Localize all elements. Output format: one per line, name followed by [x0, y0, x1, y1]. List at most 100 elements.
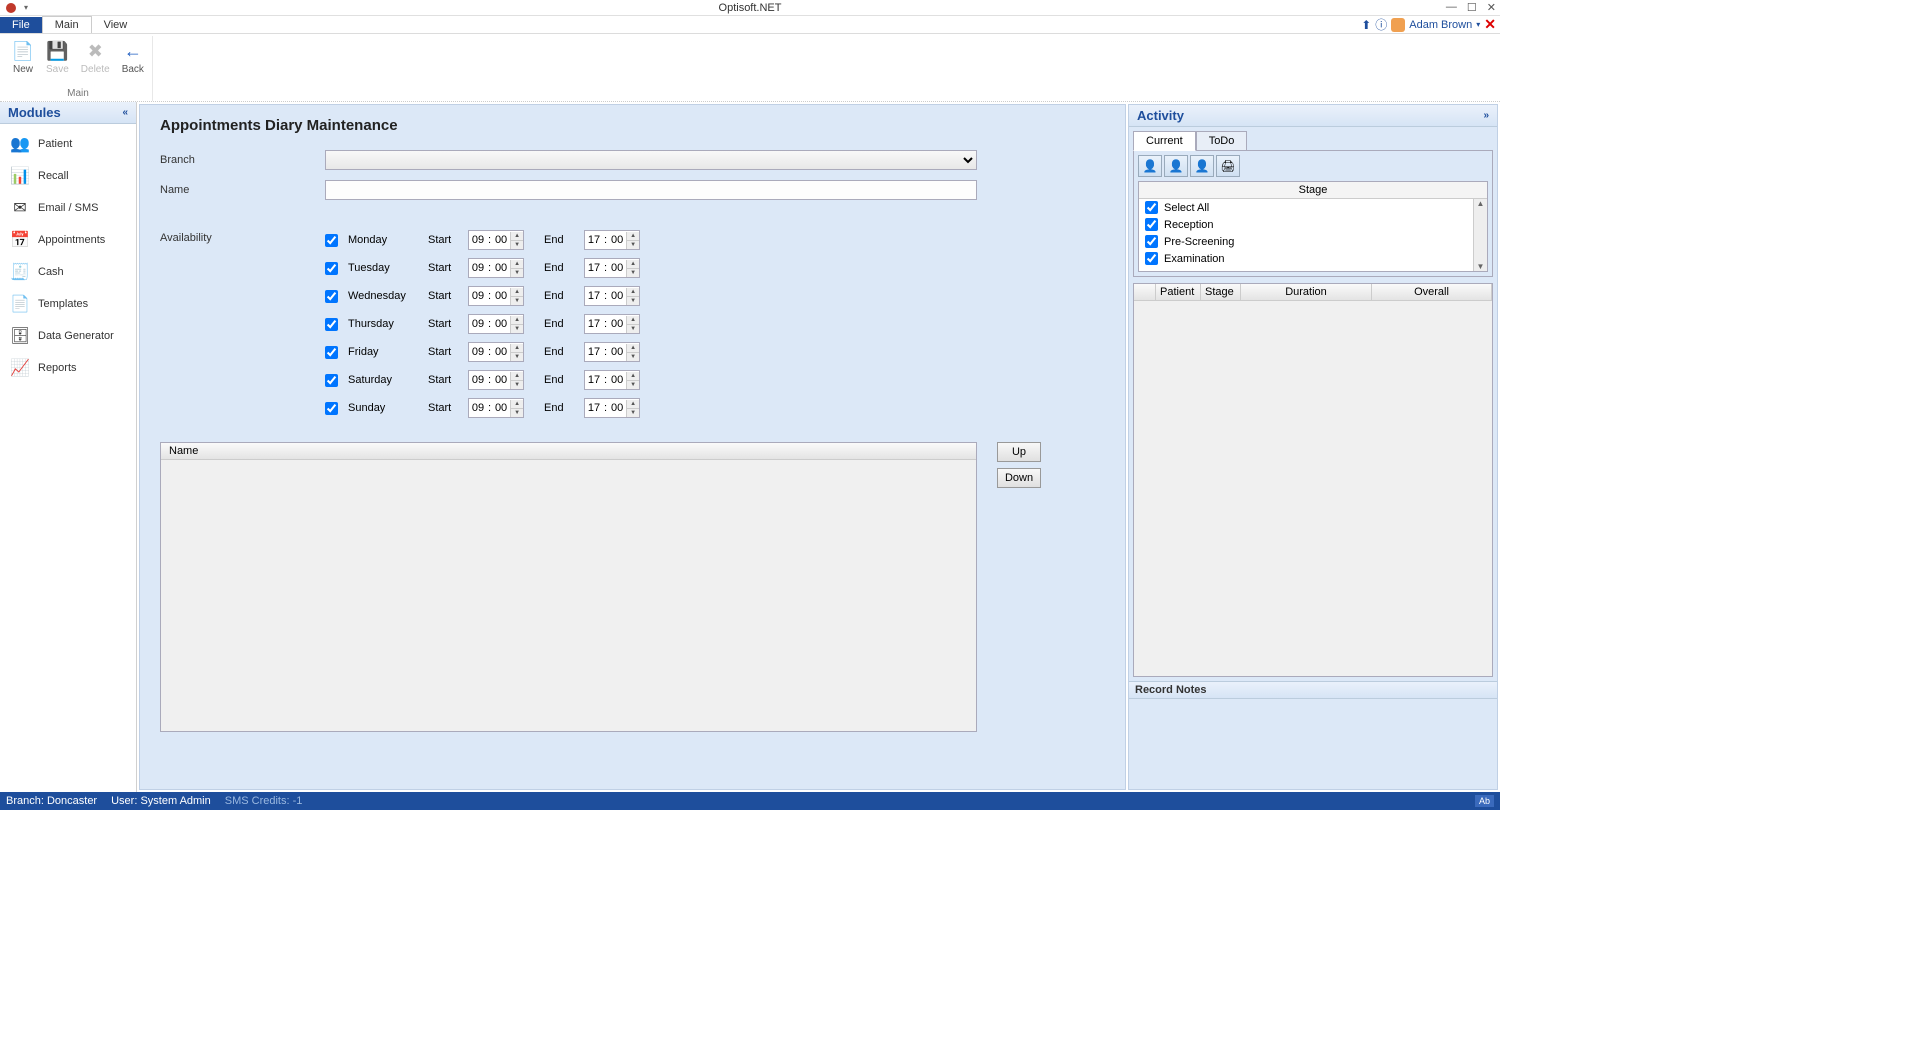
- module-item-reports[interactable]: 📈Reports: [0, 352, 136, 384]
- delete-button[interactable]: ✖ Delete: [77, 38, 114, 77]
- stage-checkbox[interactable]: [1145, 235, 1158, 248]
- end-minute[interactable]: [608, 346, 626, 358]
- end-minute[interactable]: [608, 318, 626, 330]
- stage-checkbox[interactable]: [1145, 252, 1158, 265]
- start-minute[interactable]: [492, 346, 510, 358]
- end-time-spinner[interactable]: : ▲▼: [584, 258, 640, 278]
- day-checkbox[interactable]: [325, 262, 338, 275]
- module-item-data-generator[interactable]: 🗄Data Generator: [0, 320, 136, 352]
- spin-up-icon[interactable]: ▲: [627, 288, 639, 297]
- down-button[interactable]: Down: [997, 468, 1041, 488]
- spin-up-icon[interactable]: ▲: [627, 400, 639, 409]
- end-minute[interactable]: [608, 374, 626, 386]
- spin-down-icon[interactable]: ▼: [627, 353, 639, 361]
- activity-expand-icon[interactable]: »: [1483, 110, 1489, 121]
- help-icon[interactable]: ⓘ: [1375, 16, 1387, 33]
- spin-up-icon[interactable]: ▲: [627, 260, 639, 269]
- activity-print-icon[interactable]: 🖨: [1216, 155, 1240, 177]
- grid-col-duration[interactable]: Duration: [1241, 284, 1372, 300]
- menu-main[interactable]: Main: [42, 16, 92, 33]
- start-hour[interactable]: [469, 374, 487, 386]
- spin-down-icon[interactable]: ▼: [627, 241, 639, 249]
- start-minute[interactable]: [492, 318, 510, 330]
- end-minute[interactable]: [608, 290, 626, 302]
- spin-down-icon[interactable]: ▼: [627, 325, 639, 333]
- menu-view[interactable]: View: [92, 17, 140, 33]
- end-hour[interactable]: [585, 346, 603, 358]
- start-time-spinner[interactable]: : ▲▼: [468, 314, 524, 334]
- scroll-up-icon[interactable]: ▲: [1477, 199, 1485, 208]
- start-time-spinner[interactable]: : ▲▼: [468, 370, 524, 390]
- close-module-icon[interactable]: ✕: [1484, 16, 1496, 33]
- start-time-spinner[interactable]: : ▲▼: [468, 342, 524, 362]
- save-button[interactable]: 💾 Save: [42, 38, 73, 77]
- start-hour[interactable]: [469, 262, 487, 274]
- grid-col-patient[interactable]: Patient: [1156, 284, 1201, 300]
- start-hour[interactable]: [469, 402, 487, 414]
- spin-down-icon[interactable]: ▼: [627, 409, 639, 417]
- end-minute[interactable]: [608, 262, 626, 274]
- spin-up-icon[interactable]: ▲: [627, 344, 639, 353]
- end-time-spinner[interactable]: : ▲▼: [584, 370, 640, 390]
- stage-row-pre-screening[interactable]: Pre-Screening: [1139, 233, 1487, 250]
- end-hour[interactable]: [585, 402, 603, 414]
- back-button[interactable]: ← Back: [118, 38, 148, 77]
- diary-list-grid[interactable]: Name: [160, 442, 977, 732]
- day-checkbox[interactable]: [325, 402, 338, 415]
- start-hour[interactable]: [469, 346, 487, 358]
- spin-up-icon[interactable]: ▲: [511, 372, 523, 381]
- end-time-spinner[interactable]: : ▲▼: [584, 230, 640, 250]
- tab-todo[interactable]: ToDo: [1196, 131, 1248, 151]
- spin-up-icon[interactable]: ▲: [511, 260, 523, 269]
- end-time-spinner[interactable]: : ▲▼: [584, 342, 640, 362]
- menu-file[interactable]: File: [0, 17, 42, 33]
- start-hour[interactable]: [469, 234, 487, 246]
- day-checkbox[interactable]: [325, 374, 338, 387]
- start-minute[interactable]: [492, 234, 510, 246]
- start-time-spinner[interactable]: : ▲▼: [468, 398, 524, 418]
- spin-down-icon[interactable]: ▼: [627, 297, 639, 305]
- day-checkbox[interactable]: [325, 318, 338, 331]
- spin-up-icon[interactable]: ▲: [511, 288, 523, 297]
- help-up-icon[interactable]: ⬆: [1361, 18, 1371, 32]
- start-minute[interactable]: [492, 262, 510, 274]
- stage-checkbox[interactable]: [1145, 218, 1158, 231]
- spin-up-icon[interactable]: ▲: [627, 372, 639, 381]
- record-notes-body[interactable]: [1129, 699, 1497, 789]
- module-item-templates[interactable]: 📄Templates: [0, 288, 136, 320]
- start-time-spinner[interactable]: : ▲▼: [468, 258, 524, 278]
- start-minute[interactable]: [492, 290, 510, 302]
- user-name[interactable]: Adam Brown: [1409, 19, 1472, 31]
- end-time-spinner[interactable]: : ▲▼: [584, 314, 640, 334]
- up-button[interactable]: Up: [997, 442, 1041, 462]
- spin-down-icon[interactable]: ▼: [627, 381, 639, 389]
- end-minute[interactable]: [608, 234, 626, 246]
- start-minute[interactable]: [492, 374, 510, 386]
- spin-down-icon[interactable]: ▼: [511, 297, 523, 305]
- name-input[interactable]: [325, 180, 977, 200]
- activity-add-green-icon[interactable]: 👤: [1164, 155, 1188, 177]
- modules-collapse-icon[interactable]: «: [122, 107, 128, 118]
- tab-current[interactable]: Current: [1133, 131, 1196, 151]
- module-item-patient[interactable]: 👥Patient: [0, 128, 136, 160]
- new-button[interactable]: 📄 New: [8, 38, 38, 77]
- start-minute[interactable]: [492, 402, 510, 414]
- end-hour[interactable]: [585, 374, 603, 386]
- stage-scrollbar[interactable]: ▲ ▼: [1473, 199, 1487, 271]
- spin-up-icon[interactable]: ▲: [511, 232, 523, 241]
- spin-down-icon[interactable]: ▼: [511, 381, 523, 389]
- spin-down-icon[interactable]: ▼: [511, 409, 523, 417]
- spin-down-icon[interactable]: ▼: [511, 325, 523, 333]
- user-dropdown-icon[interactable]: ▾: [1476, 20, 1480, 29]
- grid-col-stage[interactable]: Stage: [1201, 284, 1241, 300]
- module-item-appointments[interactable]: 📅Appointments: [0, 224, 136, 256]
- spin-up-icon[interactable]: ▲: [627, 232, 639, 241]
- spin-down-icon[interactable]: ▼: [511, 353, 523, 361]
- day-checkbox[interactable]: [325, 290, 338, 303]
- start-hour[interactable]: [469, 290, 487, 302]
- status-ab-tag[interactable]: Ab: [1475, 795, 1494, 807]
- end-time-spinner[interactable]: : ▲▼: [584, 286, 640, 306]
- stage-checkbox[interactable]: [1145, 201, 1158, 214]
- module-item-email-sms[interactable]: ✉Email / SMS: [0, 192, 136, 224]
- end-hour[interactable]: [585, 262, 603, 274]
